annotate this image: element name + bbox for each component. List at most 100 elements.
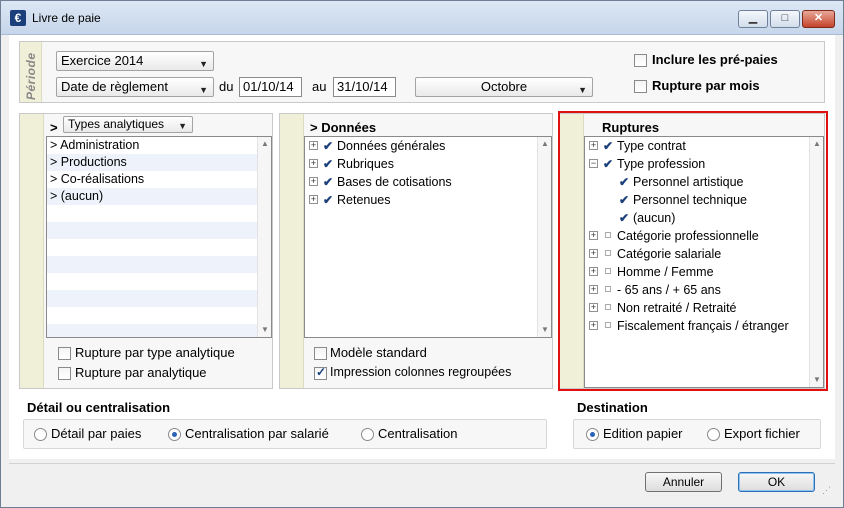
scroll-down-icon[interactable]: ▼	[258, 323, 271, 337]
tree-item-label: Rubriques	[337, 157, 394, 171]
analytique-panel: > Types analytiques ▼ > Administration >…	[19, 113, 273, 389]
dialog-footer: Annuler OK ⋰	[9, 463, 835, 499]
mois-value: Octobre	[480, 79, 528, 94]
list-item[interactable]: > (aucun)	[47, 188, 259, 205]
tree-item-label: Retenues	[337, 193, 391, 207]
detail-group-title: Détail ou centralisation	[27, 400, 171, 415]
types-analytiques-value: Types analytiques	[68, 117, 165, 131]
expand-icon[interactable]: +	[309, 177, 318, 186]
mois-select[interactable]: Octobre ▼	[415, 77, 593, 97]
periode-band: Période	[20, 42, 42, 102]
analytique-header-chevron: >	[50, 120, 58, 135]
expand-icon[interactable]: +	[309, 195, 318, 204]
dialog-body: Période Exercice 2014 ▼ Date de règlemen…	[9, 35, 835, 459]
scroll-up-icon[interactable]: ▲	[538, 137, 551, 151]
rupture-analytique-label[interactable]: Rupture par analytique	[75, 365, 207, 380]
impression-colonnes-label[interactable]: Impression colonnes regroupées	[330, 365, 511, 379]
detail-par-paies-label[interactable]: Détail par paies	[51, 426, 141, 441]
centralisation-par-salarie-radio[interactable]	[168, 428, 181, 441]
donnees-header: > Données	[310, 120, 377, 135]
centralisation-label[interactable]: Centralisation	[378, 426, 458, 441]
export-fichier-radio[interactable]	[707, 428, 720, 441]
ok-button[interactable]: OK	[738, 472, 815, 492]
empty-row	[47, 205, 259, 222]
chevron-down-icon: ▼	[199, 85, 208, 95]
chevron-down-icon: ▼	[578, 85, 587, 95]
modele-standard-checkbox[interactable]	[314, 347, 327, 360]
check-icon[interactable]: ✔	[323, 137, 333, 155]
list-item[interactable]: > Productions	[47, 154, 259, 171]
empty-row	[47, 307, 259, 324]
periode-section: Période Exercice 2014 ▼ Date de règlemen…	[19, 41, 825, 103]
empty-row	[47, 290, 259, 307]
au-label: au	[312, 79, 327, 94]
destination-group: Edition papier Export fichier	[573, 419, 821, 449]
chevron-down-icon: ▼	[199, 59, 208, 69]
empty-row	[47, 324, 259, 337]
empty-row	[47, 256, 259, 273]
tree-item[interactable]: + ✔ Rubriques	[305, 155, 539, 173]
rupture-mois-label[interactable]: Rupture par mois	[652, 78, 760, 93]
app-icon: €	[10, 10, 26, 26]
export-fichier-label[interactable]: Export fichier	[724, 426, 800, 441]
rupture-type-analytique-checkbox[interactable]	[58, 347, 71, 360]
window-title: Livre de paie	[32, 11, 101, 25]
check-icon[interactable]: ✔	[323, 155, 333, 173]
tree-item[interactable]: + ✔ Retenues	[305, 191, 539, 209]
check-icon[interactable]: ✔	[323, 191, 333, 209]
scroll-down-icon[interactable]: ▼	[538, 323, 551, 337]
destination-group-title: Destination	[577, 400, 648, 415]
annuler-button[interactable]: Annuler	[645, 472, 722, 492]
analytique-band	[20, 114, 44, 388]
inclure-prepaies-label[interactable]: Inclure les pré-paies	[652, 52, 778, 67]
scroll-up-icon[interactable]: ▲	[258, 137, 271, 151]
edition-papier-radio[interactable]	[586, 428, 599, 441]
donnees-band	[280, 114, 304, 388]
chevron-down-icon: ▼	[178, 121, 187, 131]
date-fin-field[interactable]: 31/10/14	[333, 77, 396, 97]
list-item[interactable]: > Co-réalisations	[47, 171, 259, 188]
impression-colonnes-checkbox[interactable]	[314, 365, 327, 380]
date-debut-field[interactable]: 01/10/14	[239, 77, 302, 97]
expand-icon[interactable]: +	[309, 141, 318, 150]
rupture-analytique-checkbox[interactable]	[58, 367, 71, 380]
modele-standard-label[interactable]: Modèle standard	[330, 345, 427, 360]
expand-icon[interactable]: +	[309, 159, 318, 168]
resize-grip-icon[interactable]: ⋰	[822, 485, 831, 496]
livre-de-paie-window: € Livre de paie ▁ □ ✕ Période Exercice 2…	[0, 0, 844, 508]
periode-label: Période	[24, 52, 38, 100]
exercice-value: Exercice 2014	[61, 53, 144, 68]
donnees-tree[interactable]: + ✔ Données générales + ✔ Rubriques + ✔ …	[304, 136, 552, 338]
detail-group: Détail par paies Centralisation par sala…	[23, 419, 547, 449]
edition-papier-label[interactable]: Edition papier	[603, 426, 683, 441]
analytique-scrollbar[interactable]: ▲ ▼	[257, 137, 271, 337]
ruptures-highlight-frame	[558, 111, 828, 391]
date-type-value: Date de règlement	[61, 79, 168, 94]
detail-par-paies-radio[interactable]	[34, 428, 47, 441]
check-icon[interactable]: ✔	[323, 173, 333, 191]
tree-item[interactable]: + ✔ Données générales	[305, 137, 539, 155]
tree-item[interactable]: + ✔ Bases de cotisations	[305, 173, 539, 191]
centralisation-par-salarie-label[interactable]: Centralisation par salarié	[185, 426, 329, 441]
du-label: du	[219, 79, 234, 94]
inclure-prepaies-checkbox[interactable]	[634, 54, 647, 67]
minimize-button[interactable]: ▁	[738, 10, 768, 28]
list-item[interactable]: > Administration	[47, 137, 259, 154]
analytique-list[interactable]: > Administration > Productions > Co-réal…	[46, 136, 272, 338]
rupture-mois-checkbox[interactable]	[634, 80, 647, 93]
exercice-select[interactable]: Exercice 2014 ▼	[56, 51, 214, 71]
tree-item-label: Bases de cotisations	[337, 175, 452, 189]
date-type-select[interactable]: Date de règlement ▼	[56, 77, 214, 97]
tree-item-label: Données générales	[337, 139, 446, 153]
types-analytiques-select[interactable]: Types analytiques ▼	[63, 116, 193, 133]
empty-row	[47, 239, 259, 256]
rupture-type-analytique-label[interactable]: Rupture par type analytique	[75, 345, 235, 360]
empty-row	[47, 273, 259, 290]
title-bar[interactable]: € Livre de paie ▁ □ ✕	[1, 1, 843, 35]
donnees-panel: > Données + ✔ Données générales + ✔ Rubr…	[279, 113, 553, 389]
close-button[interactable]: ✕	[802, 10, 835, 28]
empty-row	[47, 222, 259, 239]
maximize-button[interactable]: □	[770, 10, 800, 28]
donnees-scrollbar[interactable]: ▲ ▼	[537, 137, 551, 337]
centralisation-radio[interactable]	[361, 428, 374, 441]
